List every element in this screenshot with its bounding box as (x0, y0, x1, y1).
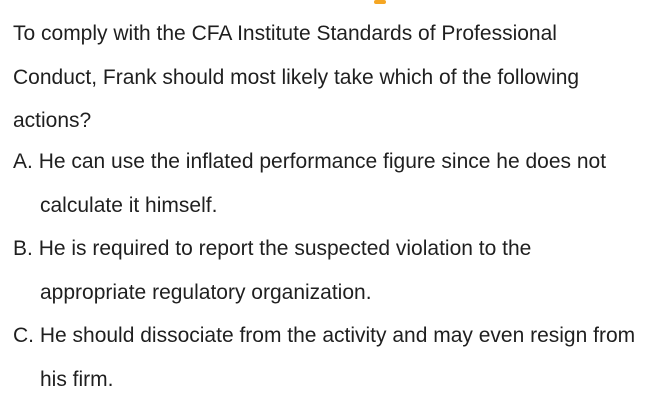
option-c-letter: C. (13, 324, 40, 347)
option-b-letter: B. (13, 237, 39, 260)
option-b-text: He is required to report the suspected v… (38, 237, 532, 304)
option-a: A. He can use the inflated performance f… (13, 140, 641, 227)
answer-options: A. He can use the inflated performance f… (13, 140, 641, 401)
option-a-letter: A. (13, 150, 39, 173)
option-a-text: He can use the inflated performance figu… (38, 150, 607, 217)
option-b: B. He is required to report the suspecte… (13, 227, 641, 314)
option-c: C. He should dissociate from the activit… (13, 314, 641, 401)
question-text: To comply with the CFA Institute Standar… (13, 22, 580, 132)
orange-accent-mark (374, 0, 386, 4)
option-c-text: He should dissociate from the activity a… (39, 324, 636, 391)
question-slide: To comply with the CFA Institute Standar… (0, 0, 646, 410)
